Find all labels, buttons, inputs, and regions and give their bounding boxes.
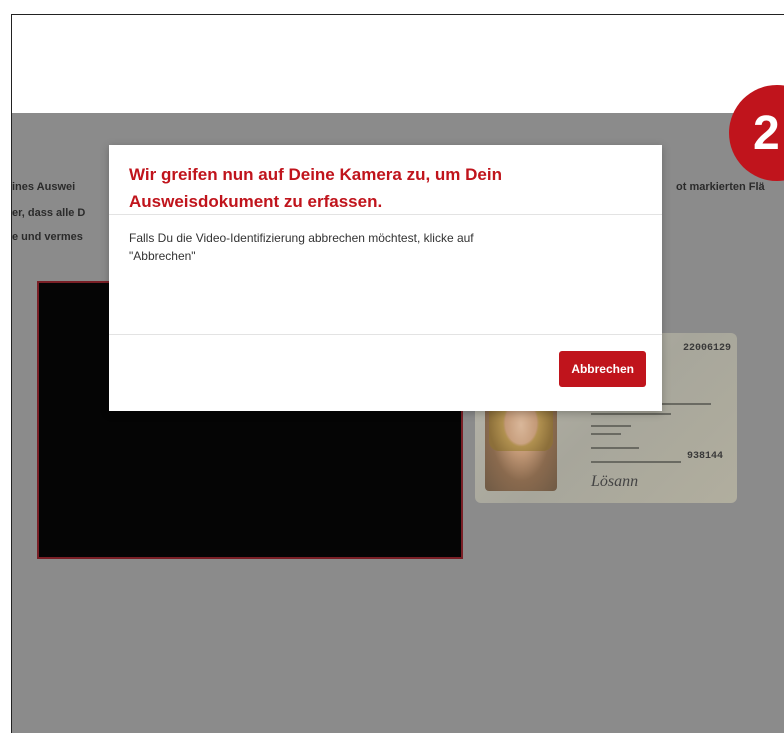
dialog-title-line-1: Wir greifen nun auf Deine Kamera zu, um … bbox=[129, 165, 502, 184]
dialog-text-line-1: Falls Du die Video-Identifizierung abbre… bbox=[129, 231, 474, 245]
app-frame: ines Auswei er, dass alle D e und vermes… bbox=[11, 14, 784, 733]
card-number: 22006129 bbox=[682, 343, 731, 354]
dialog-header: Wir greifen nun auf Deine Kamera zu, um … bbox=[109, 145, 662, 215]
dialog-body: Falls Du die Video-Identifizierung abbre… bbox=[109, 215, 662, 335]
instruction-line-3: e und vermes bbox=[12, 231, 83, 243]
dialog-footer: Abbrechen bbox=[109, 335, 662, 411]
card-text-line bbox=[591, 433, 621, 435]
top-bar bbox=[12, 15, 784, 113]
dialog-text-line-2: "Abbrechen" bbox=[129, 249, 196, 263]
card-text-line bbox=[591, 413, 671, 415]
instruction-right: ot markierten Flä bbox=[676, 181, 765, 193]
card-signature: Lösann bbox=[591, 473, 639, 490]
dialog-title-line-2: Ausweisdokument zu erfassen. bbox=[129, 192, 383, 211]
card-second-number: 938144 bbox=[686, 451, 723, 462]
card-text-line bbox=[591, 447, 639, 449]
card-text-line bbox=[591, 425, 631, 427]
camera-access-dialog: Wir greifen nun auf Deine Kamera zu, um … bbox=[109, 145, 662, 411]
card-text-line bbox=[591, 461, 681, 463]
instruction-line-1: ines Auswei bbox=[12, 181, 76, 193]
cancel-button[interactable]: Abbrechen bbox=[559, 351, 646, 387]
instruction-line-2: er, dass alle D bbox=[12, 207, 86, 219]
